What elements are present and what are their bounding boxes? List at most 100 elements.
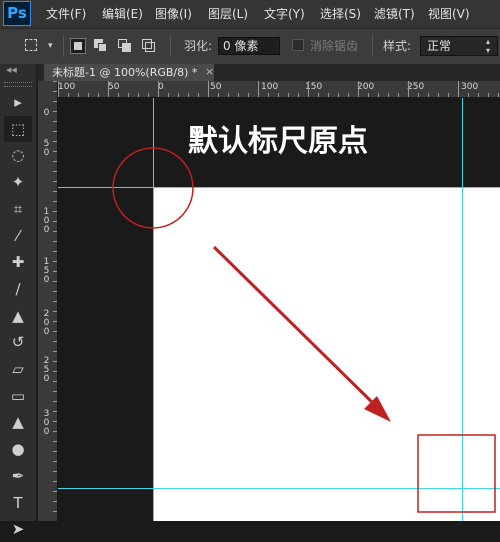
lasso-icon[interactable]: ◌ (4, 142, 32, 168)
marquee-preset-icon (25, 39, 37, 51)
ruler-tick (228, 93, 229, 97)
type-icon[interactable]: T (4, 490, 32, 516)
ruler-tick (53, 381, 57, 382)
healing-brush-icon[interactable]: ✚ (4, 249, 32, 275)
photoshop-logo: Ps (3, 1, 31, 26)
ruler-tick (158, 81, 159, 97)
ruler-tick (53, 201, 57, 202)
ruler-tick-label: 1 5 0 (43, 257, 50, 285)
ruler-tick-label: 250 (407, 82, 425, 92)
ruler-tick (53, 411, 57, 412)
subtract-from-selection-button[interactable] (117, 38, 133, 54)
add-to-selection-button[interactable] (93, 38, 109, 54)
menu-item[interactable]: 文件(F) (46, 0, 86, 28)
ruler-tick (68, 93, 69, 97)
ruler-tick (88, 93, 89, 97)
ruler-tick (53, 221, 57, 222)
intersect-selection-button[interactable] (141, 38, 157, 54)
vertical-ruler[interactable]: 5 005 01 0 01 5 02 0 02 5 03 0 0 (38, 81, 58, 521)
ruler-tick (53, 341, 57, 342)
ruler-tick (53, 501, 57, 502)
subtract-selection-icon-part (122, 43, 131, 52)
ruler-tick (53, 261, 57, 262)
ruler-tick (53, 301, 57, 302)
gradient-icon[interactable]: ▭ (4, 383, 32, 409)
tool-preset-picker[interactable]: ▾ (22, 37, 58, 55)
select-arrows-icon: ▴ ▾ (486, 37, 491, 55)
ruler-tick (208, 81, 209, 97)
panel-grip[interactable] (4, 82, 32, 87)
ruler-tick (98, 93, 99, 97)
antialias-checkbox[interactable] (292, 39, 304, 51)
magic-wand-icon[interactable]: ✦ (4, 169, 32, 195)
guide-vertical-origin[interactable] (153, 98, 154, 521)
ruler-tick (458, 81, 459, 97)
ruler-tick (53, 421, 57, 422)
ruler-tick (53, 481, 57, 482)
ruler-tick (53, 141, 57, 142)
menu-item[interactable]: 选择(S) (320, 0, 361, 28)
menu-item[interactable]: 视图(V) (428, 0, 470, 28)
ruler-tick (53, 431, 57, 432)
pen-icon[interactable]: ✒ (4, 463, 32, 489)
ruler-tick (198, 93, 199, 97)
guide-vertical-right[interactable] (462, 98, 463, 521)
new-selection-button[interactable] (70, 38, 86, 54)
ruler-tick (498, 93, 499, 97)
brush-icon[interactable]: ∕ (4, 276, 32, 302)
panel-collapse-icon[interactable]: ◀◀ (6, 66, 17, 74)
path-select-icon[interactable]: ➤ (4, 516, 32, 542)
menu-item[interactable]: 图层(L) (208, 0, 248, 28)
divider (63, 35, 64, 57)
ruler-tick (298, 93, 299, 97)
ruler-tick (378, 93, 379, 97)
chevron-down-icon: ▾ (48, 41, 53, 51)
dodge-icon[interactable]: ● (4, 436, 32, 462)
ruler-tick (53, 231, 57, 232)
ruler-tick (278, 93, 279, 97)
ruler-tick (53, 101, 57, 102)
close-icon[interactable]: × (205, 65, 214, 78)
menu-item[interactable]: 滤镜(T) (374, 0, 415, 28)
document-tab-title: 未标题-1 @ 100%(RGB/8) * (52, 66, 198, 79)
ruler-tick-label: 0 (43, 108, 50, 118)
ruler-tick (53, 81, 57, 82)
blur-icon[interactable]: ▲ (4, 409, 32, 435)
crop-icon[interactable]: ⌗ (4, 196, 32, 222)
eyedropper-icon[interactable]: ⁄ (4, 223, 32, 249)
ruler-tick (308, 81, 309, 97)
ruler-tick (188, 93, 189, 97)
ruler-tick (108, 81, 109, 97)
ruler-tick (53, 171, 57, 172)
guide-horizontal-bottom[interactable] (58, 488, 500, 489)
ruler-tick (53, 331, 57, 332)
move-icon[interactable]: ▸ (4, 89, 32, 115)
history-brush-icon[interactable]: ↺ (4, 329, 32, 355)
ruler-tick-label: 5 0 (43, 139, 50, 158)
feather-input[interactable]: 0 像素 (218, 37, 280, 55)
ruler-tick (138, 93, 139, 97)
menu-item[interactable]: 文字(Y) (264, 0, 305, 28)
horizontal-ruler[interactable]: 100 50 0 50 100 150 200 250 300 (58, 81, 500, 98)
guide-horizontal-origin[interactable] (58, 187, 500, 188)
add-selection-icon-part (98, 43, 107, 52)
ruler-tick (53, 151, 57, 152)
ruler-tick (53, 371, 57, 372)
menu-item[interactable]: 编辑(E) (102, 0, 143, 28)
ruler-tick (53, 241, 57, 242)
canvas[interactable] (154, 188, 500, 521)
ruler-tick (53, 91, 57, 92)
ruler-tick (178, 93, 179, 97)
ruler-tick (408, 81, 409, 97)
clone-stamp-icon[interactable]: ▲ (4, 303, 32, 329)
ruler-tick-label: 1 0 0 (43, 207, 50, 235)
style-select[interactable]: 正常 ▴ ▾ (420, 36, 498, 56)
ruler-tick (53, 131, 57, 132)
ruler-tick (53, 461, 57, 462)
ruler-tick (53, 271, 57, 272)
menu-item[interactable]: 图像(I) (155, 0, 192, 28)
ruler-tick (53, 181, 57, 182)
rect-marquee-icon[interactable]: ⬚ (4, 115, 32, 142)
eraser-icon[interactable]: ▱ (4, 356, 32, 382)
ruler-tick (148, 93, 149, 97)
